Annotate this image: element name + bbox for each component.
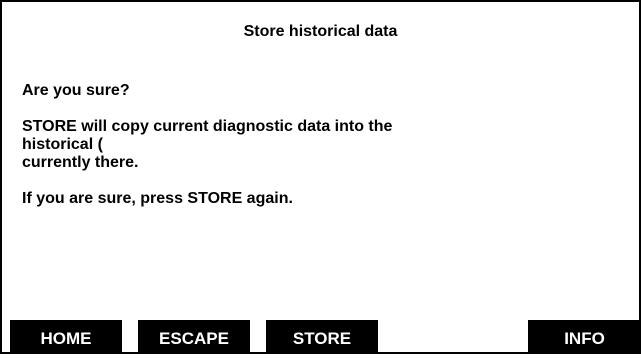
home-button[interactable]: HOME: [10, 320, 122, 354]
message-line-store-info-2: historical (: [22, 136, 103, 153]
message-line-question: Are you sure?: [22, 82, 130, 99]
info-button[interactable]: INFO: [528, 320, 641, 354]
message-spacer: [22, 172, 582, 190]
store-button[interactable]: STORE: [266, 320, 378, 354]
escape-button[interactable]: ESCAPE: [138, 320, 250, 354]
screen-title: Store historical data: [243, 23, 398, 40]
confirmation-message: Are you sure? STORE will copy current di…: [22, 82, 582, 208]
message-line-store-info-3: currently there.: [22, 154, 139, 171]
message-spacer: [22, 100, 582, 118]
softkey-bar: HOME ESCAPE STORE INFO: [0, 320, 641, 354]
diagnostic-screen: Store historical data Are you sure? STOR…: [0, 0, 641, 354]
message-line-instruction: If you are sure, press STORE again.: [22, 190, 293, 207]
message-line-store-info-1: STORE will copy current diagnostic data …: [22, 118, 393, 135]
